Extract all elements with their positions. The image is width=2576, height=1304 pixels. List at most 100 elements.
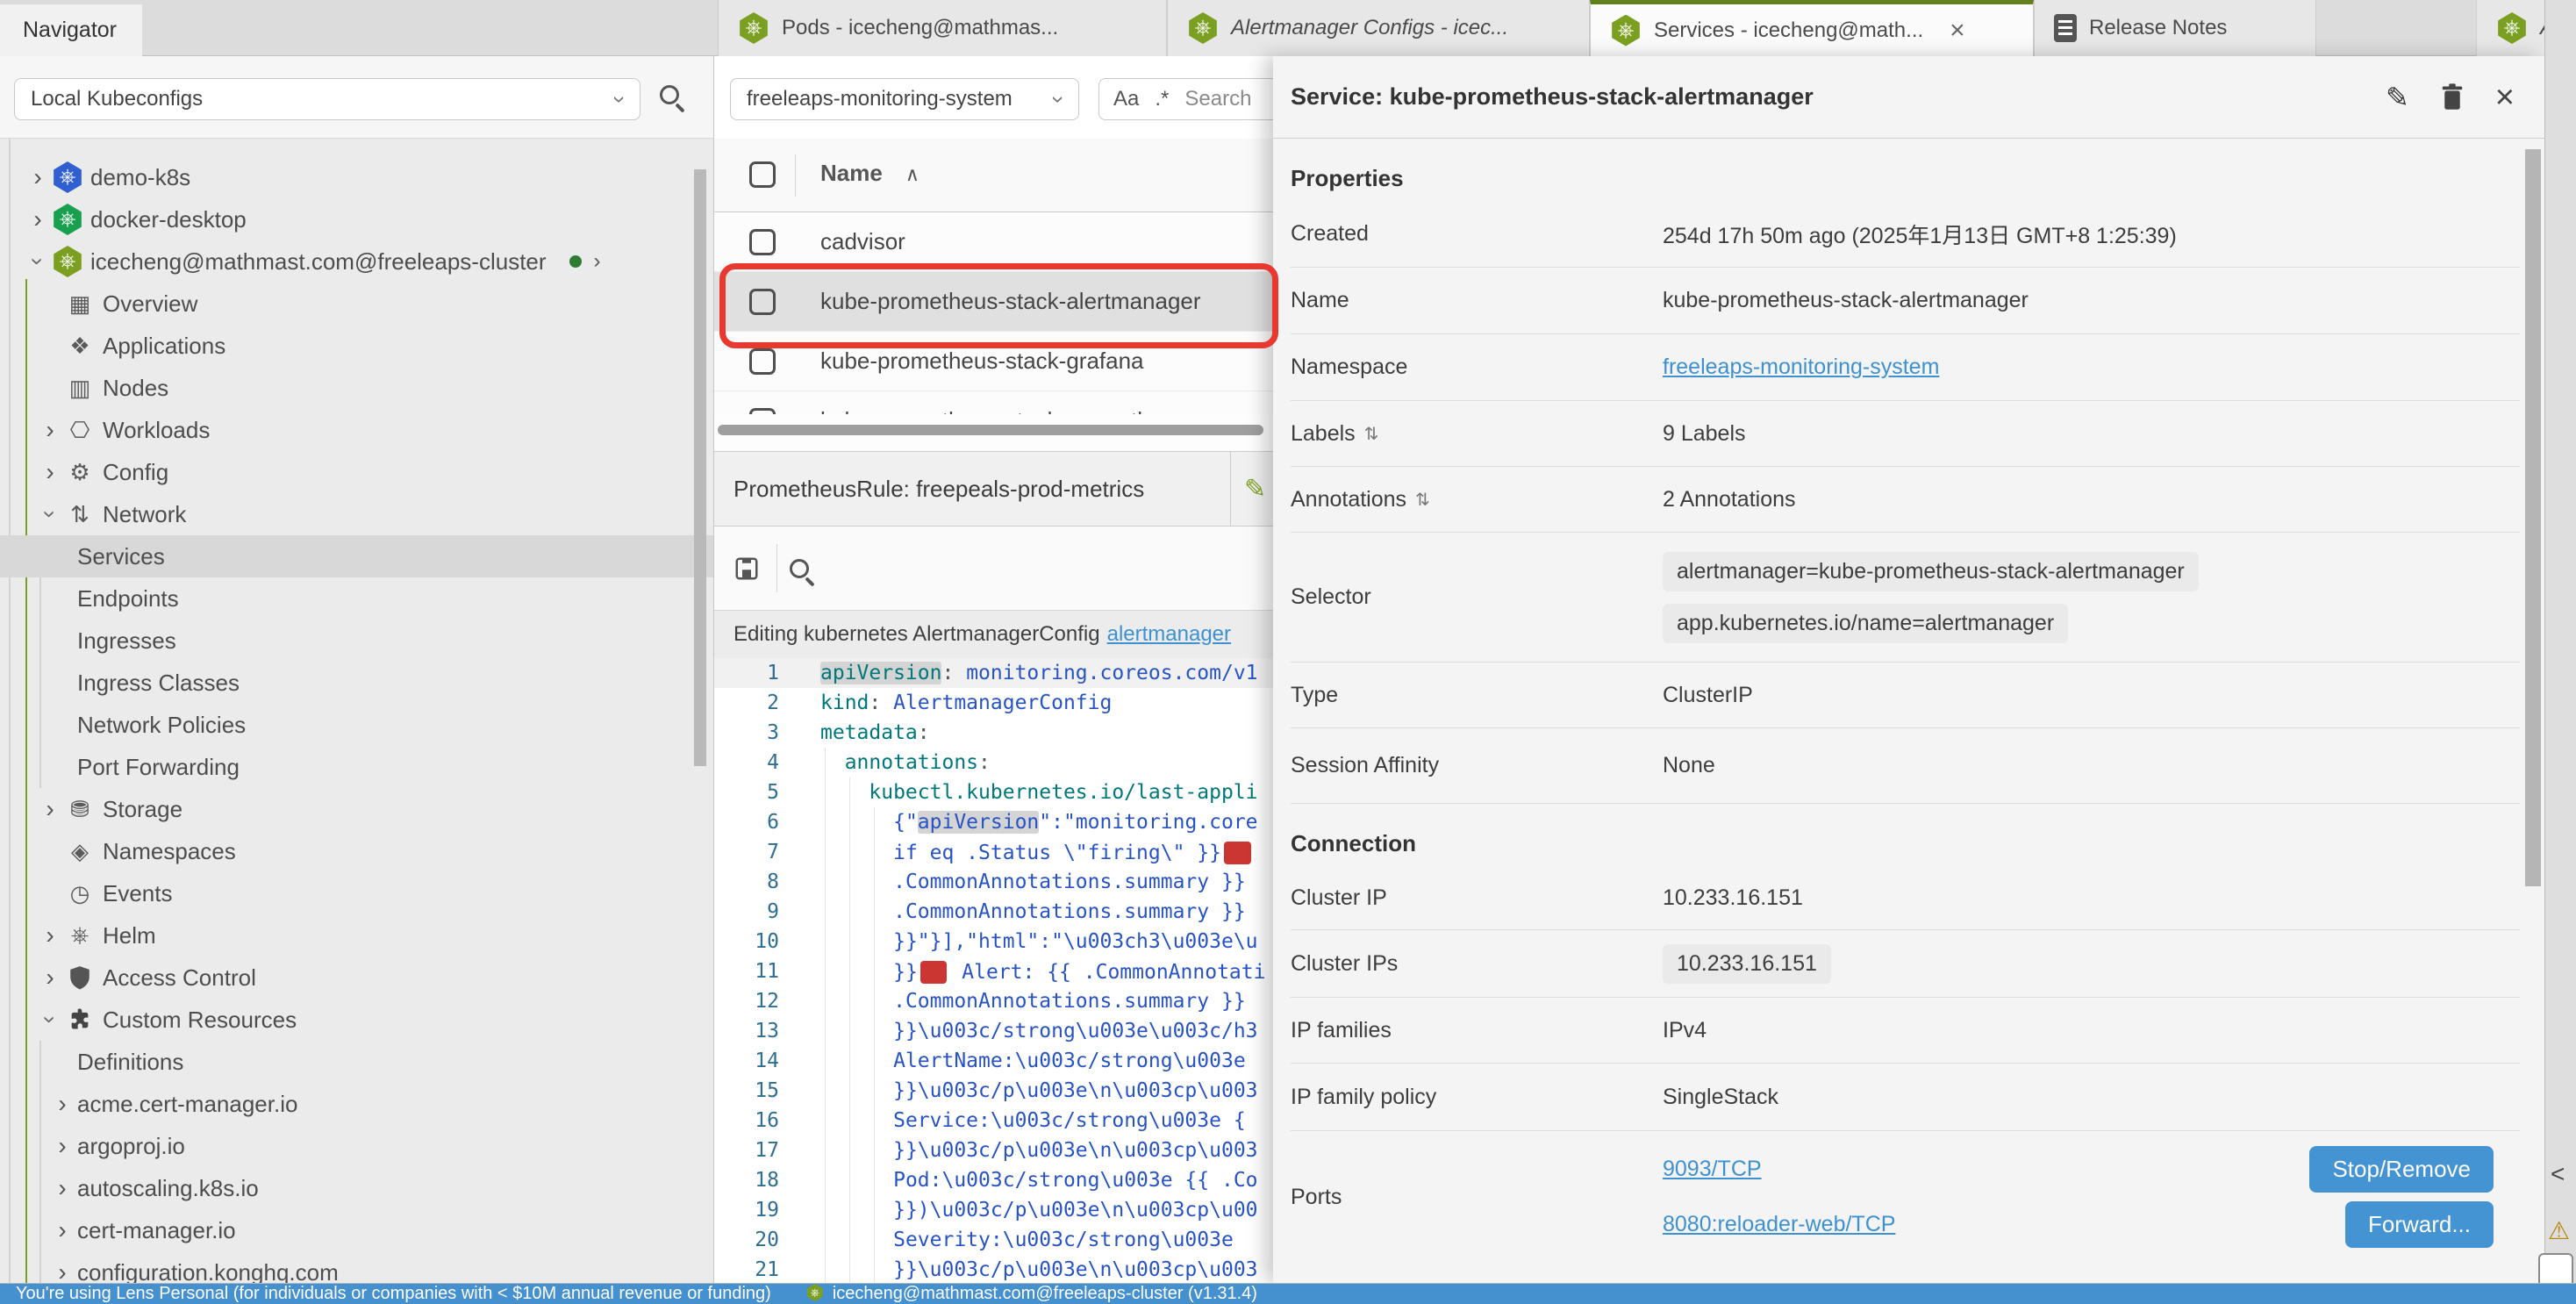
sidebar-item-endpoints[interactable]: Endpoints	[0, 577, 713, 620]
search-icon[interactable]	[660, 85, 679, 104]
tree-chevron-icon[interactable]: ›	[47, 1092, 77, 1116]
code-line[interactable]: 19 }})\u003c/p\u003e\n\u003cp\u00	[714, 1195, 1273, 1225]
sidebar-item-applications[interactable]: ❖Applications	[0, 325, 713, 367]
sidebar-item-ingress-classes[interactable]: Ingress Classes	[0, 662, 713, 704]
code-line[interactable]: 15 }}\u003c/p\u003e\n\u003cp\u003	[714, 1076, 1273, 1106]
code-line[interactable]: 5 kubectl.kubernetes.io/last-appli	[714, 777, 1273, 807]
sidebar-item-demo-k8s[interactable]: ›⎈demo-k8s	[0, 156, 713, 198]
tree-chevron-icon[interactable]: ›	[23, 207, 53, 232]
sidebar-item-workloads[interactable]: ›⎔Workloads	[0, 409, 713, 451]
table-hscrollbar[interactable]	[718, 425, 1263, 435]
tree-chevron-icon[interactable]: ›	[35, 797, 65, 821]
sidebar-item-config[interactable]: ›⚙Config	[0, 451, 713, 493]
code-line[interactable]: 20 Severity:\u003c/strong\u003e	[714, 1225, 1273, 1255]
kubeconfig-select[interactable]: Local Kubeconfigs ›	[14, 78, 640, 120]
code-line[interactable]: 1apiVersion: monitoring.coreos.com/v1	[714, 658, 1273, 688]
sidebar-item-nodes[interactable]: ▥Nodes	[0, 367, 713, 409]
sidebar-item-access-control[interactable]: ›Access Control	[0, 957, 713, 999]
sidebar-item-overview[interactable]: ▦Overview	[0, 283, 713, 325]
namespace-select[interactable]: freeleaps-monitoring-system ›	[730, 78, 1079, 120]
sidebar-item-network[interactable]: ›⇅Network	[0, 493, 713, 535]
sidebar-item-network-policies[interactable]: Network Policies	[0, 704, 713, 746]
delete-trash-icon[interactable]	[2439, 82, 2465, 112]
regex-toggle[interactable]: .*	[1155, 87, 1169, 111]
active-cluster-status[interactable]: ⎈ icecheng@mathmast.com@freeleaps-cluste…	[806, 1284, 1257, 1304]
drawer-scrollbar[interactable]	[2525, 149, 2541, 886]
code-line[interactable]: 21 }}\u003c/p\u003e\n\u003cp\u003	[714, 1255, 1273, 1283]
tree-chevron-icon[interactable]: ›	[47, 1176, 77, 1200]
sidebar-item-ingresses[interactable]: Ingresses	[0, 620, 713, 662]
tree-chevron-icon[interactable]: ›	[35, 418, 65, 442]
sidebar-item-configuration-konghq-com[interactable]: ›configuration.konghq.com	[0, 1251, 713, 1283]
editor-search-icon[interactable]	[790, 559, 809, 578]
alertmanager-link[interactable]: alertmanager	[1107, 622, 1231, 647]
namespace-link[interactable]: freeleaps-monitoring-system	[1663, 355, 1939, 379]
sidebar-scrollbar[interactable]	[694, 169, 706, 766]
code-line[interactable]: 2kind: AlertmanagerConfig	[714, 688, 1273, 718]
sidebar-item-icecheng-mathmast-com-freeleaps-cluster[interactable]: ›⎈icecheng@mathmast.com@freeleaps-cluste…	[0, 240, 713, 283]
code-line[interactable]: 10 }}"}],"html":"\u003ch3\u003e\u	[714, 927, 1273, 957]
close-icon[interactable]: ×	[1950, 18, 1965, 44]
tree-chevron-icon[interactable]: ›	[23, 250, 53, 273]
code-line[interactable]: 13 }}\u003c/strong\u003e\u003c/h3	[714, 1016, 1273, 1046]
sort-updown-icon[interactable]: ⇅	[1415, 489, 1430, 511]
sort-updown-icon[interactable]: ⇅	[1364, 423, 1379, 445]
tab-services-icecheng-math-[interactable]: ⎈Services - icecheng@math...×	[1590, 0, 2034, 56]
code-line[interactable]: 16 Service:\u003c/strong\u003e {	[714, 1106, 1273, 1136]
sidebar-item-storage[interactable]: ›⛃Storage	[0, 788, 713, 830]
code-line[interactable]: 3metadata:	[714, 718, 1273, 748]
row-checkbox[interactable]	[749, 229, 776, 255]
sidebar-item-autoscaling-k8s-io[interactable]: ›autoscaling.k8s.io	[0, 1167, 713, 1209]
edit-pencil-icon[interactable]: ✎	[1244, 474, 1266, 505]
sidebar-item-helm[interactable]: ›⎈Helm	[0, 914, 713, 957]
code-line[interactable]: 9 .CommonAnnotations.summary }}	[714, 897, 1273, 927]
tree-chevron-icon[interactable]: ›	[47, 1134, 77, 1158]
column-name[interactable]: Name∧	[820, 160, 919, 187]
select-all-checkbox[interactable]	[749, 161, 776, 188]
port-link[interactable]: 8080:reloader-web/TCP	[1663, 1212, 1895, 1237]
tab-alertmanager-configs-icec-[interactable]: ⎈Alertmanager Configs - icec...	[1167, 0, 1590, 56]
sidebar-item-argoproj-io[interactable]: ›argoproj.io	[0, 1125, 713, 1167]
tree-chevron-icon[interactable]: ›	[35, 965, 65, 990]
code-line[interactable]: 6 {"apiVersion":"monitoring.core	[714, 807, 1273, 837]
sidebar-item-events[interactable]: ◷Events	[0, 872, 713, 914]
tree-chevron-icon[interactable]: ›	[47, 1218, 77, 1243]
tree-chevron-icon[interactable]: ›	[35, 923, 65, 948]
tree-chevron-icon[interactable]: ›	[23, 165, 53, 190]
tab-pods-icecheng-mathmas-[interactable]: ⎈Pods - icecheng@mathmas...	[718, 0, 1167, 56]
row-checkbox[interactable]	[749, 408, 776, 415]
sidebar-item-docker-desktop[interactable]: ›⎈docker-desktop	[0, 198, 713, 240]
sidebar-item-namespaces[interactable]: ◈Namespaces	[0, 830, 713, 872]
sidebar-item-custom-resources[interactable]: ›Custom Resources	[0, 999, 713, 1041]
tab-navigator[interactable]: Navigator	[0, 4, 142, 56]
port-link[interactable]: 9093/TCP	[1663, 1157, 1762, 1182]
sidebar-item-services[interactable]: Services	[0, 535, 713, 577]
code-line[interactable]: 17 }}\u003c/p\u003e\n\u003cp\u003	[714, 1136, 1273, 1165]
search-input[interactable]: Aa .* Search	[1098, 78, 1273, 120]
code-line[interactable]: 4 annotations:	[714, 748, 1273, 777]
edit-resource-icon[interactable]: ✎	[2386, 81, 2409, 114]
tab-release-notes[interactable]: Release Notes	[2034, 0, 2316, 56]
stop-remove-button[interactable]: Stop/Remove	[2309, 1146, 2494, 1193]
row-checkbox[interactable]	[749, 348, 776, 375]
forward-button[interactable]: Forward...	[2345, 1201, 2494, 1248]
collapse-chevron-icon[interactable]: <	[2551, 1160, 2565, 1188]
match-case-toggle[interactable]: Aa	[1113, 87, 1139, 111]
tree-chevron-icon[interactable]: ›	[47, 1260, 77, 1283]
code-line[interactable]: 11 }}🚨 Alert: {{ .CommonAnnotati	[714, 957, 1273, 986]
yaml-editor[interactable]: 1apiVersion: monitoring.coreos.com/v12ki…	[714, 658, 1273, 1283]
sidebar-item-cert-manager-io[interactable]: ›cert-manager.io	[0, 1209, 713, 1251]
table-row[interactable]: kube-prometheus-stack-prometheus	[714, 391, 1273, 414]
code-line[interactable]: 7 if eq .Status \"firing\" }}🚨	[714, 837, 1273, 867]
sidebar-item-port-forwarding[interactable]: Port Forwarding	[0, 746, 713, 788]
tree-chevron-icon[interactable]: ›	[35, 503, 65, 526]
close-icon[interactable]: ×	[2495, 81, 2515, 114]
save-icon[interactable]	[733, 555, 760, 582]
tree-chevron-icon[interactable]: ›	[35, 460, 65, 484]
code-line[interactable]: 14 AlertName:\u003c/strong\u003e	[714, 1046, 1273, 1076]
tree-chevron-icon[interactable]: ›	[35, 1008, 65, 1031]
code-line[interactable]: 12 .CommonAnnotations.summary }}	[714, 986, 1273, 1016]
sidebar-item-acme-cert-manager-io[interactable]: ›acme.cert-manager.io	[0, 1083, 713, 1125]
code-line[interactable]: 8 .CommonAnnotations.summary }}	[714, 867, 1273, 897]
code-line[interactable]: 18 Pod:\u003c/strong\u003e {{ .Co	[714, 1165, 1273, 1195]
